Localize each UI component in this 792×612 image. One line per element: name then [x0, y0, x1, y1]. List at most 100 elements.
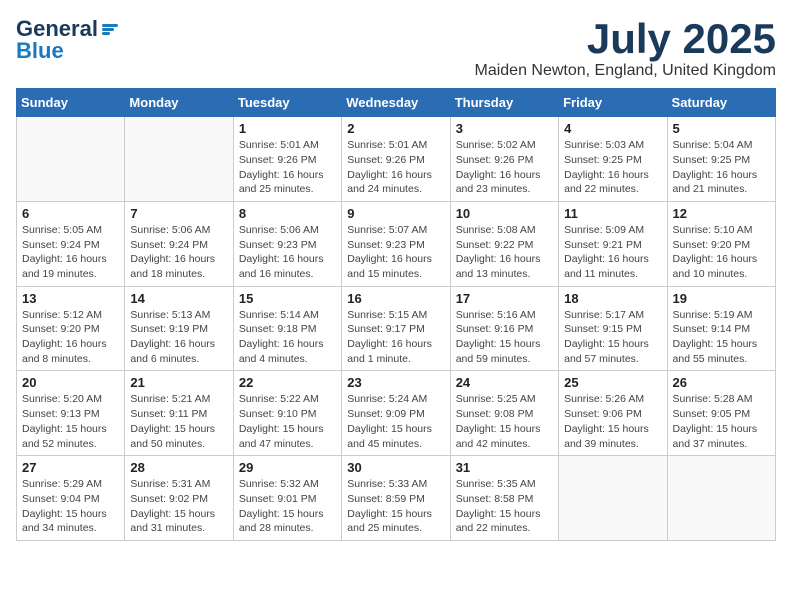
table-row: 3 Sunrise: 5:02 AM Sunset: 9:26 PM Daylig… — [450, 117, 558, 202]
table-row: 29Sunrise: 5:32 AM Sunset: 9:01 PM Dayli… — [233, 456, 341, 541]
day-number: 6 — [22, 206, 119, 221]
table-row — [125, 117, 233, 202]
day-number: 15 — [239, 291, 336, 306]
table-row — [667, 456, 775, 541]
table-row: 2 Sunrise: 5:01 AM Sunset: 9:26 PM Daylig… — [342, 117, 450, 202]
cell-info: Sunrise: 5:12 AM Sunset: 9:20 PM Dayligh… — [22, 308, 119, 367]
cell-info: Sunrise: 5:17 AM Sunset: 9:15 PM Dayligh… — [564, 308, 661, 367]
day-number: 24 — [456, 375, 553, 390]
table-row: 8 Sunrise: 5:06 AM Sunset: 9:23 PM Daylig… — [233, 201, 341, 286]
cell-info: Sunrise: 5:28 AM Sunset: 9:05 PM Dayligh… — [673, 392, 770, 451]
cell-info: Sunrise: 5:01 AM Sunset: 9:26 PM Dayligh… — [239, 138, 336, 197]
table-row: 5Sunrise: 5:04 AM Sunset: 9:25 PM Daylig… — [667, 117, 775, 202]
table-row: 13 Sunrise: 5:12 AM Sunset: 9:20 PM Dayli… — [17, 286, 125, 371]
day-number: 20 — [22, 375, 119, 390]
calendar-week-row: 6 Sunrise: 5:05 AM Sunset: 9:24 PM Daylig… — [17, 201, 776, 286]
cell-info: Sunrise: 5:09 AM Sunset: 9:21 PM Dayligh… — [564, 223, 661, 282]
table-row: 12 Sunrise: 5:10 AM Sunset: 9:20 PM Dayli… — [667, 201, 775, 286]
table-row: 17 Sunrise: 5:16 AM Sunset: 9:16 PM Dayli… — [450, 286, 558, 371]
table-row: 19Sunrise: 5:19 AM Sunset: 9:14 PM Dayli… — [667, 286, 775, 371]
table-row: 6 Sunrise: 5:05 AM Sunset: 9:24 PM Daylig… — [17, 201, 125, 286]
month-title: July 2025 — [474, 16, 776, 62]
table-row: 30 Sunrise: 5:33 AM Sunset: 8:59 PM Dayli… — [342, 456, 450, 541]
day-number: 25 — [564, 375, 661, 390]
calendar-header-row: Sunday Monday Tuesday Wednesday Thursday… — [17, 89, 776, 117]
cell-info: Sunrise: 5:13 AM Sunset: 9:19 PM Dayligh… — [130, 308, 227, 367]
table-row: 31 Sunrise: 5:35 AM Sunset: 8:58 PM Dayli… — [450, 456, 558, 541]
cell-info: Sunrise: 5:35 AM Sunset: 8:58 PM Dayligh… — [456, 477, 553, 536]
table-row: 20 Sunrise: 5:20 AM Sunset: 9:13 PM Dayli… — [17, 371, 125, 456]
cell-info: Sunrise: 5:04 AM Sunset: 9:25 PM Dayligh… — [673, 138, 770, 197]
table-row: 9Sunrise: 5:07 AM Sunset: 9:23 PM Daylig… — [342, 201, 450, 286]
table-row: 11 Sunrise: 5:09 AM Sunset: 9:21 PM Dayli… — [559, 201, 667, 286]
day-number: 26 — [673, 375, 770, 390]
cell-info: Sunrise: 5:15 AM Sunset: 9:17 PM Dayligh… — [347, 308, 444, 367]
table-row: 4Sunrise: 5:03 AM Sunset: 9:25 PM Daylig… — [559, 117, 667, 202]
cell-info: Sunrise: 5:14 AM Sunset: 9:18 PM Dayligh… — [239, 308, 336, 367]
cell-info: Sunrise: 5:08 AM Sunset: 9:22 PM Dayligh… — [456, 223, 553, 282]
table-row: 10 Sunrise: 5:08 AM Sunset: 9:22 PM Dayli… — [450, 201, 558, 286]
cell-info: Sunrise: 5:29 AM Sunset: 9:04 PM Dayligh… — [22, 477, 119, 536]
day-number: 23 — [347, 375, 444, 390]
header-tuesday: Tuesday — [233, 89, 341, 117]
header-thursday: Thursday — [450, 89, 558, 117]
table-row: 15 Sunrise: 5:14 AM Sunset: 9:18 PM Dayli… — [233, 286, 341, 371]
day-number: 7 — [130, 206, 227, 221]
table-row: 27Sunrise: 5:29 AM Sunset: 9:04 PM Dayli… — [17, 456, 125, 541]
cell-info: Sunrise: 5:05 AM Sunset: 9:24 PM Dayligh… — [22, 223, 119, 282]
header-wednesday: Wednesday — [342, 89, 450, 117]
day-number: 10 — [456, 206, 553, 221]
header-saturday: Saturday — [667, 89, 775, 117]
day-number: 9 — [347, 206, 444, 221]
day-number: 1 — [239, 121, 336, 136]
day-number: 11 — [564, 206, 661, 221]
cell-info: Sunrise: 5:10 AM Sunset: 9:20 PM Dayligh… — [673, 223, 770, 282]
calendar-week-row: 20 Sunrise: 5:20 AM Sunset: 9:13 PM Dayli… — [17, 371, 776, 456]
day-number: 31 — [456, 460, 553, 475]
table-row: 18Sunrise: 5:17 AM Sunset: 9:15 PM Dayli… — [559, 286, 667, 371]
cell-info: Sunrise: 5:06 AM Sunset: 9:23 PM Dayligh… — [239, 223, 336, 282]
day-number: 17 — [456, 291, 553, 306]
cell-info: Sunrise: 5:16 AM Sunset: 9:16 PM Dayligh… — [456, 308, 553, 367]
day-number: 22 — [239, 375, 336, 390]
cell-info: Sunrise: 5:24 AM Sunset: 9:09 PM Dayligh… — [347, 392, 444, 451]
header-friday: Friday — [559, 89, 667, 117]
cell-info: Sunrise: 5:22 AM Sunset: 9:10 PM Dayligh… — [239, 392, 336, 451]
cell-info: Sunrise: 5:21 AM Sunset: 9:11 PM Dayligh… — [130, 392, 227, 451]
calendar-table: Sunday Monday Tuesday Wednesday Thursday… — [16, 88, 776, 541]
logo-bird-icon — [102, 24, 118, 35]
table-row: 16Sunrise: 5:15 AM Sunset: 9:17 PM Dayli… — [342, 286, 450, 371]
cell-info: Sunrise: 5:20 AM Sunset: 9:13 PM Dayligh… — [22, 392, 119, 451]
cell-info: Sunrise: 5:01 AM Sunset: 9:26 PM Dayligh… — [347, 138, 444, 197]
day-number: 2 — [347, 121, 444, 136]
day-number: 14 — [130, 291, 227, 306]
day-number: 13 — [22, 291, 119, 306]
table-row: 26 Sunrise: 5:28 AM Sunset: 9:05 PM Dayli… — [667, 371, 775, 456]
cell-info: Sunrise: 5:06 AM Sunset: 9:24 PM Dayligh… — [130, 223, 227, 282]
cell-info: Sunrise: 5:02 AM Sunset: 9:26 PM Dayligh… — [456, 138, 553, 197]
table-row: 24 Sunrise: 5:25 AM Sunset: 9:08 PM Dayli… — [450, 371, 558, 456]
table-row — [17, 117, 125, 202]
day-number: 30 — [347, 460, 444, 475]
table-row: 14 Sunrise: 5:13 AM Sunset: 9:19 PM Dayli… — [125, 286, 233, 371]
calendar-week-row: 27Sunrise: 5:29 AM Sunset: 9:04 PM Dayli… — [17, 456, 776, 541]
cell-info: Sunrise: 5:19 AM Sunset: 9:14 PM Dayligh… — [673, 308, 770, 367]
day-number: 12 — [673, 206, 770, 221]
cell-info: Sunrise: 5:31 AM Sunset: 9:02 PM Dayligh… — [130, 477, 227, 536]
cell-info: Sunrise: 5:33 AM Sunset: 8:59 PM Dayligh… — [347, 477, 444, 536]
table-row: 1 Sunrise: 5:01 AM Sunset: 9:26 PM Daylig… — [233, 117, 341, 202]
table-row: 25Sunrise: 5:26 AM Sunset: 9:06 PM Dayli… — [559, 371, 667, 456]
day-number: 3 — [456, 121, 553, 136]
table-row: 23 Sunrise: 5:24 AM Sunset: 9:09 PM Dayli… — [342, 371, 450, 456]
logo: General Blue — [16, 16, 118, 64]
cell-info: Sunrise: 5:32 AM Sunset: 9:01 PM Dayligh… — [239, 477, 336, 536]
table-row: 7 Sunrise: 5:06 AM Sunset: 9:24 PM Daylig… — [125, 201, 233, 286]
day-number: 8 — [239, 206, 336, 221]
table-row — [559, 456, 667, 541]
header-monday: Monday — [125, 89, 233, 117]
cell-info: Sunrise: 5:25 AM Sunset: 9:08 PM Dayligh… — [456, 392, 553, 451]
day-number: 28 — [130, 460, 227, 475]
page-header: General Blue July 2025 Maiden Newton, En… — [16, 16, 776, 80]
calendar-week-row: 13 Sunrise: 5:12 AM Sunset: 9:20 PM Dayli… — [17, 286, 776, 371]
title-area: July 2025 Maiden Newton, England, United… — [474, 16, 776, 80]
